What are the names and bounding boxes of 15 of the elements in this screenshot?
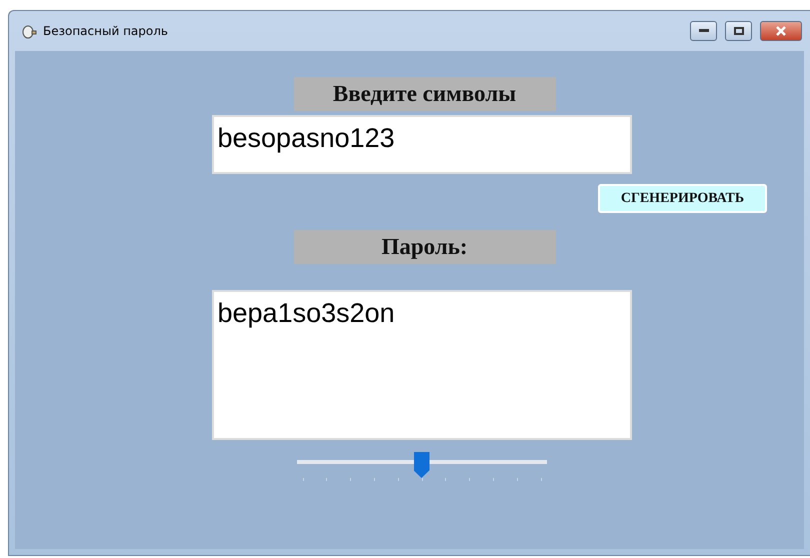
slider-thumb[interactable]	[414, 452, 430, 478]
password-label: Пароль:	[294, 230, 556, 264]
length-slider[interactable]	[296, 452, 546, 484]
maximize-icon	[734, 27, 744, 35]
close-button[interactable]	[760, 21, 802, 41]
window-title: Безопасный пароль	[43, 24, 169, 38]
generate-button[interactable]: СГЕНЕРИРОВАТЬ	[598, 184, 767, 213]
minimize-icon	[698, 29, 708, 33]
maximize-button[interactable]	[725, 21, 752, 41]
password-output-field[interactable]: bepa1so3s2on	[212, 290, 632, 440]
input-field[interactable]: besopasno123	[212, 115, 632, 174]
close-icon	[775, 26, 787, 36]
app-icon	[21, 23, 37, 39]
minimize-button[interactable]	[690, 21, 717, 41]
input-label: Введите символы	[294, 77, 556, 111]
